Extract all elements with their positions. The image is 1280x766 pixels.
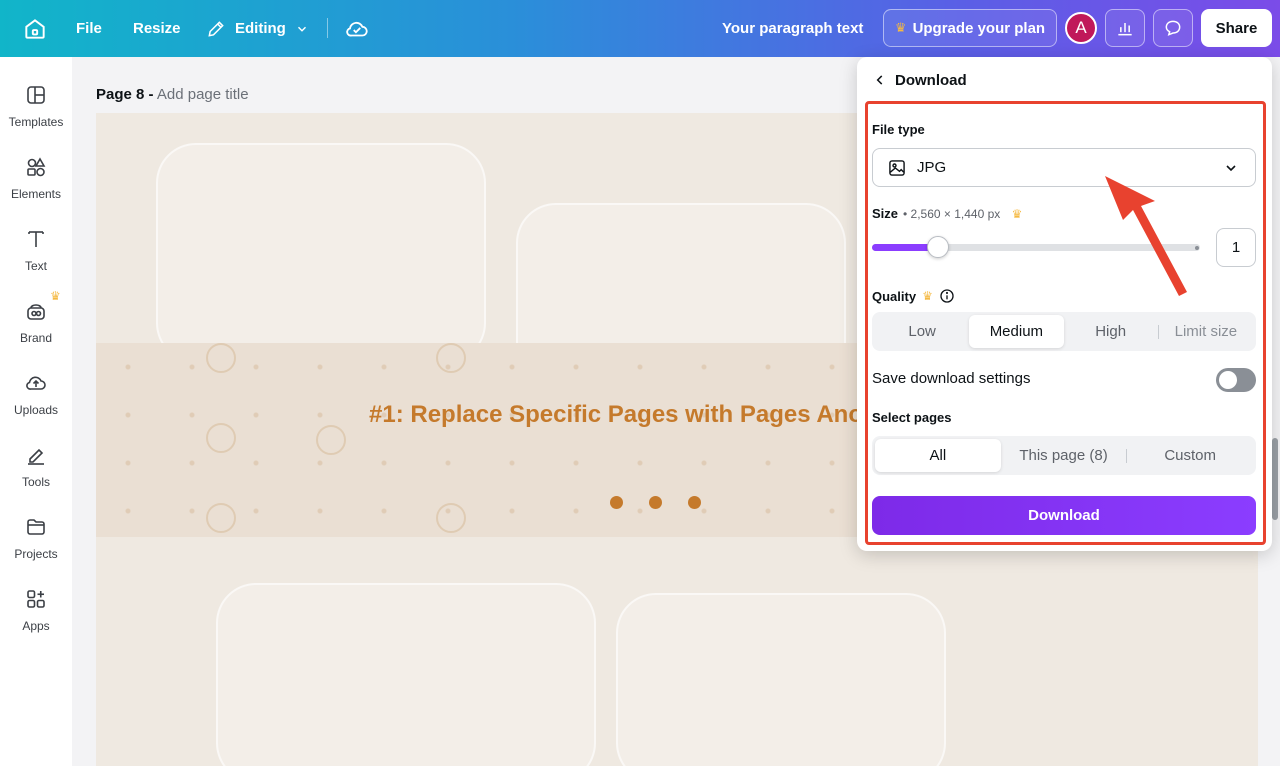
- pages-option-this-page[interactable]: This page (8): [1001, 439, 1127, 472]
- home-icon[interactable]: [22, 16, 48, 42]
- size-label: Size: [872, 206, 899, 221]
- toggle-knob: [1219, 371, 1237, 389]
- pencil-icon: [208, 20, 224, 37]
- uploads-icon: [26, 376, 46, 390]
- sidebar-item-tools[interactable]: Tools: [0, 439, 72, 499]
- comment-icon: [1165, 20, 1181, 36]
- crown-icon: ♛: [922, 289, 933, 303]
- avatar[interactable]: A: [1065, 12, 1097, 44]
- egg-pattern-icon: [436, 343, 466, 373]
- save-settings-label: Save download settings: [872, 370, 1031, 387]
- crown-icon: ♛: [50, 289, 61, 303]
- topbar-divider: [327, 18, 328, 38]
- chevron-left-icon[interactable]: [873, 73, 887, 87]
- quality-option-high[interactable]: High: [1064, 315, 1158, 348]
- sidebar-label-text: Text: [24, 259, 47, 273]
- folder-icon: [27, 519, 45, 535]
- info-icon[interactable]: [939, 288, 955, 304]
- like-icon: [649, 496, 662, 509]
- save-settings-toggle[interactable]: [1216, 368, 1256, 392]
- brand-icon: [27, 304, 45, 320]
- elements-icon: [27, 157, 46, 177]
- background-container-shape: [616, 593, 946, 766]
- sidebar-label-uploads: Uploads: [13, 403, 59, 417]
- quality-option-low[interactable]: Low: [875, 315, 969, 348]
- left-sidebar: Templates Elements Text ♛ Brand Uploads …: [0, 57, 72, 766]
- file-menu[interactable]: File: [76, 0, 102, 57]
- comments-button[interactable]: [1153, 9, 1193, 47]
- size-dimensions-text: • 2,560 × 1,440 px: [903, 207, 1001, 221]
- chevron-down-icon: [297, 26, 306, 32]
- sidebar-label-templates: Templates: [8, 115, 64, 129]
- sidebar-label-tools: Tools: [21, 475, 50, 489]
- background-container-shape: [156, 143, 486, 363]
- crown-icon: ♛: [894, 20, 907, 35]
- sidebar-label-apps: Apps: [22, 619, 50, 633]
- sidebar-item-elements[interactable]: Elements: [0, 151, 72, 211]
- download-panel-title: Download: [895, 71, 967, 89]
- top-bar: File Resize Editing Your paragraph text …: [0, 0, 1280, 57]
- vertical-scrollbar[interactable]: [1272, 438, 1278, 520]
- annotation-arrow-icon: [1105, 176, 1187, 296]
- upgrade-plan-button[interactable]: ♛ Upgrade your plan: [883, 9, 1057, 47]
- quality-label-row: Quality ♛: [872, 288, 955, 304]
- sidebar-label-elements: Elements: [10, 187, 62, 201]
- cloud-saved-icon[interactable]: [344, 16, 370, 42]
- user-icon: [688, 496, 701, 509]
- insights-button[interactable]: [1105, 9, 1145, 47]
- resize-menu[interactable]: Resize: [133, 0, 181, 57]
- size-multiplier-input[interactable]: 1: [1216, 228, 1256, 267]
- paragraph-text[interactable]: Your paragraph text: [722, 0, 863, 57]
- egg-pattern-icon: [316, 425, 346, 455]
- download-panel: Download File type JPG Size • 2,560 × 1,…: [857, 57, 1272, 551]
- size-slider-handle[interactable]: [926, 236, 949, 258]
- file-type-select[interactable]: JPG: [872, 148, 1256, 187]
- pages-option-all[interactable]: All: [875, 439, 1001, 472]
- apps-icon: [27, 590, 45, 608]
- egg-pattern-icon: [436, 503, 466, 533]
- sidebar-item-templates[interactable]: Templates: [0, 79, 72, 139]
- pages-option-custom[interactable]: Custom: [1127, 439, 1253, 472]
- upgrade-label: Upgrade your plan: [912, 19, 1046, 37]
- heart-icon: [610, 496, 623, 509]
- file-type-label: File type: [872, 122, 925, 137]
- file-type-value: JPG: [917, 159, 947, 176]
- tools-icon: [28, 448, 44, 465]
- select-pages-label: Select pages: [872, 410, 952, 425]
- size-dimensions: • 2,560 × 1,440 px ♛: [903, 207, 1022, 221]
- editing-menu[interactable]: Editing: [206, 0, 309, 57]
- sidebar-item-projects[interactable]: Projects: [0, 511, 72, 571]
- crown-icon: ♛: [1011, 207, 1023, 221]
- egg-pattern-icon: [206, 423, 236, 453]
- quality-label: Quality: [872, 288, 917, 304]
- sidebar-label-brand: Brand: [19, 331, 53, 345]
- egg-pattern-icon: [206, 503, 236, 533]
- background-container-shape: [216, 583, 596, 766]
- egg-pattern-icon: [206, 343, 236, 373]
- pages-selector: All This page (8) Custom: [872, 436, 1256, 475]
- quality-option-limit-size[interactable]: Limit size: [1159, 315, 1253, 348]
- bar-chart-icon: [1118, 23, 1132, 36]
- sidebar-label-projects: Projects: [14, 547, 58, 561]
- chevron-down-icon: [1226, 165, 1236, 172]
- download-panel-header[interactable]: Download: [873, 69, 967, 91]
- sidebar-item-uploads[interactable]: Uploads: [0, 367, 72, 427]
- text-icon: [28, 231, 44, 247]
- size-slider-end-marker: [1195, 246, 1199, 250]
- share-button[interactable]: Share: [1201, 9, 1272, 47]
- templates-icon: [27, 86, 45, 104]
- sidebar-item-apps[interactable]: Apps: [0, 583, 72, 643]
- page-title-input[interactable]: Add page title: [157, 86, 249, 103]
- download-button[interactable]: Download: [872, 496, 1256, 535]
- quality-option-medium[interactable]: Medium: [969, 315, 1064, 348]
- sidebar-item-brand[interactable]: ♛ Brand: [0, 289, 72, 355]
- editing-label: Editing: [235, 20, 286, 37]
- image-icon: [889, 159, 905, 176]
- page-number: Page 8 -: [96, 86, 154, 103]
- sidebar-item-text[interactable]: Text: [0, 223, 72, 283]
- canvas-icon-row: [610, 496, 701, 509]
- quality-selector: Low Medium High Limit size: [872, 312, 1256, 351]
- page-header: Page 8 - Add page title: [96, 86, 249, 103]
